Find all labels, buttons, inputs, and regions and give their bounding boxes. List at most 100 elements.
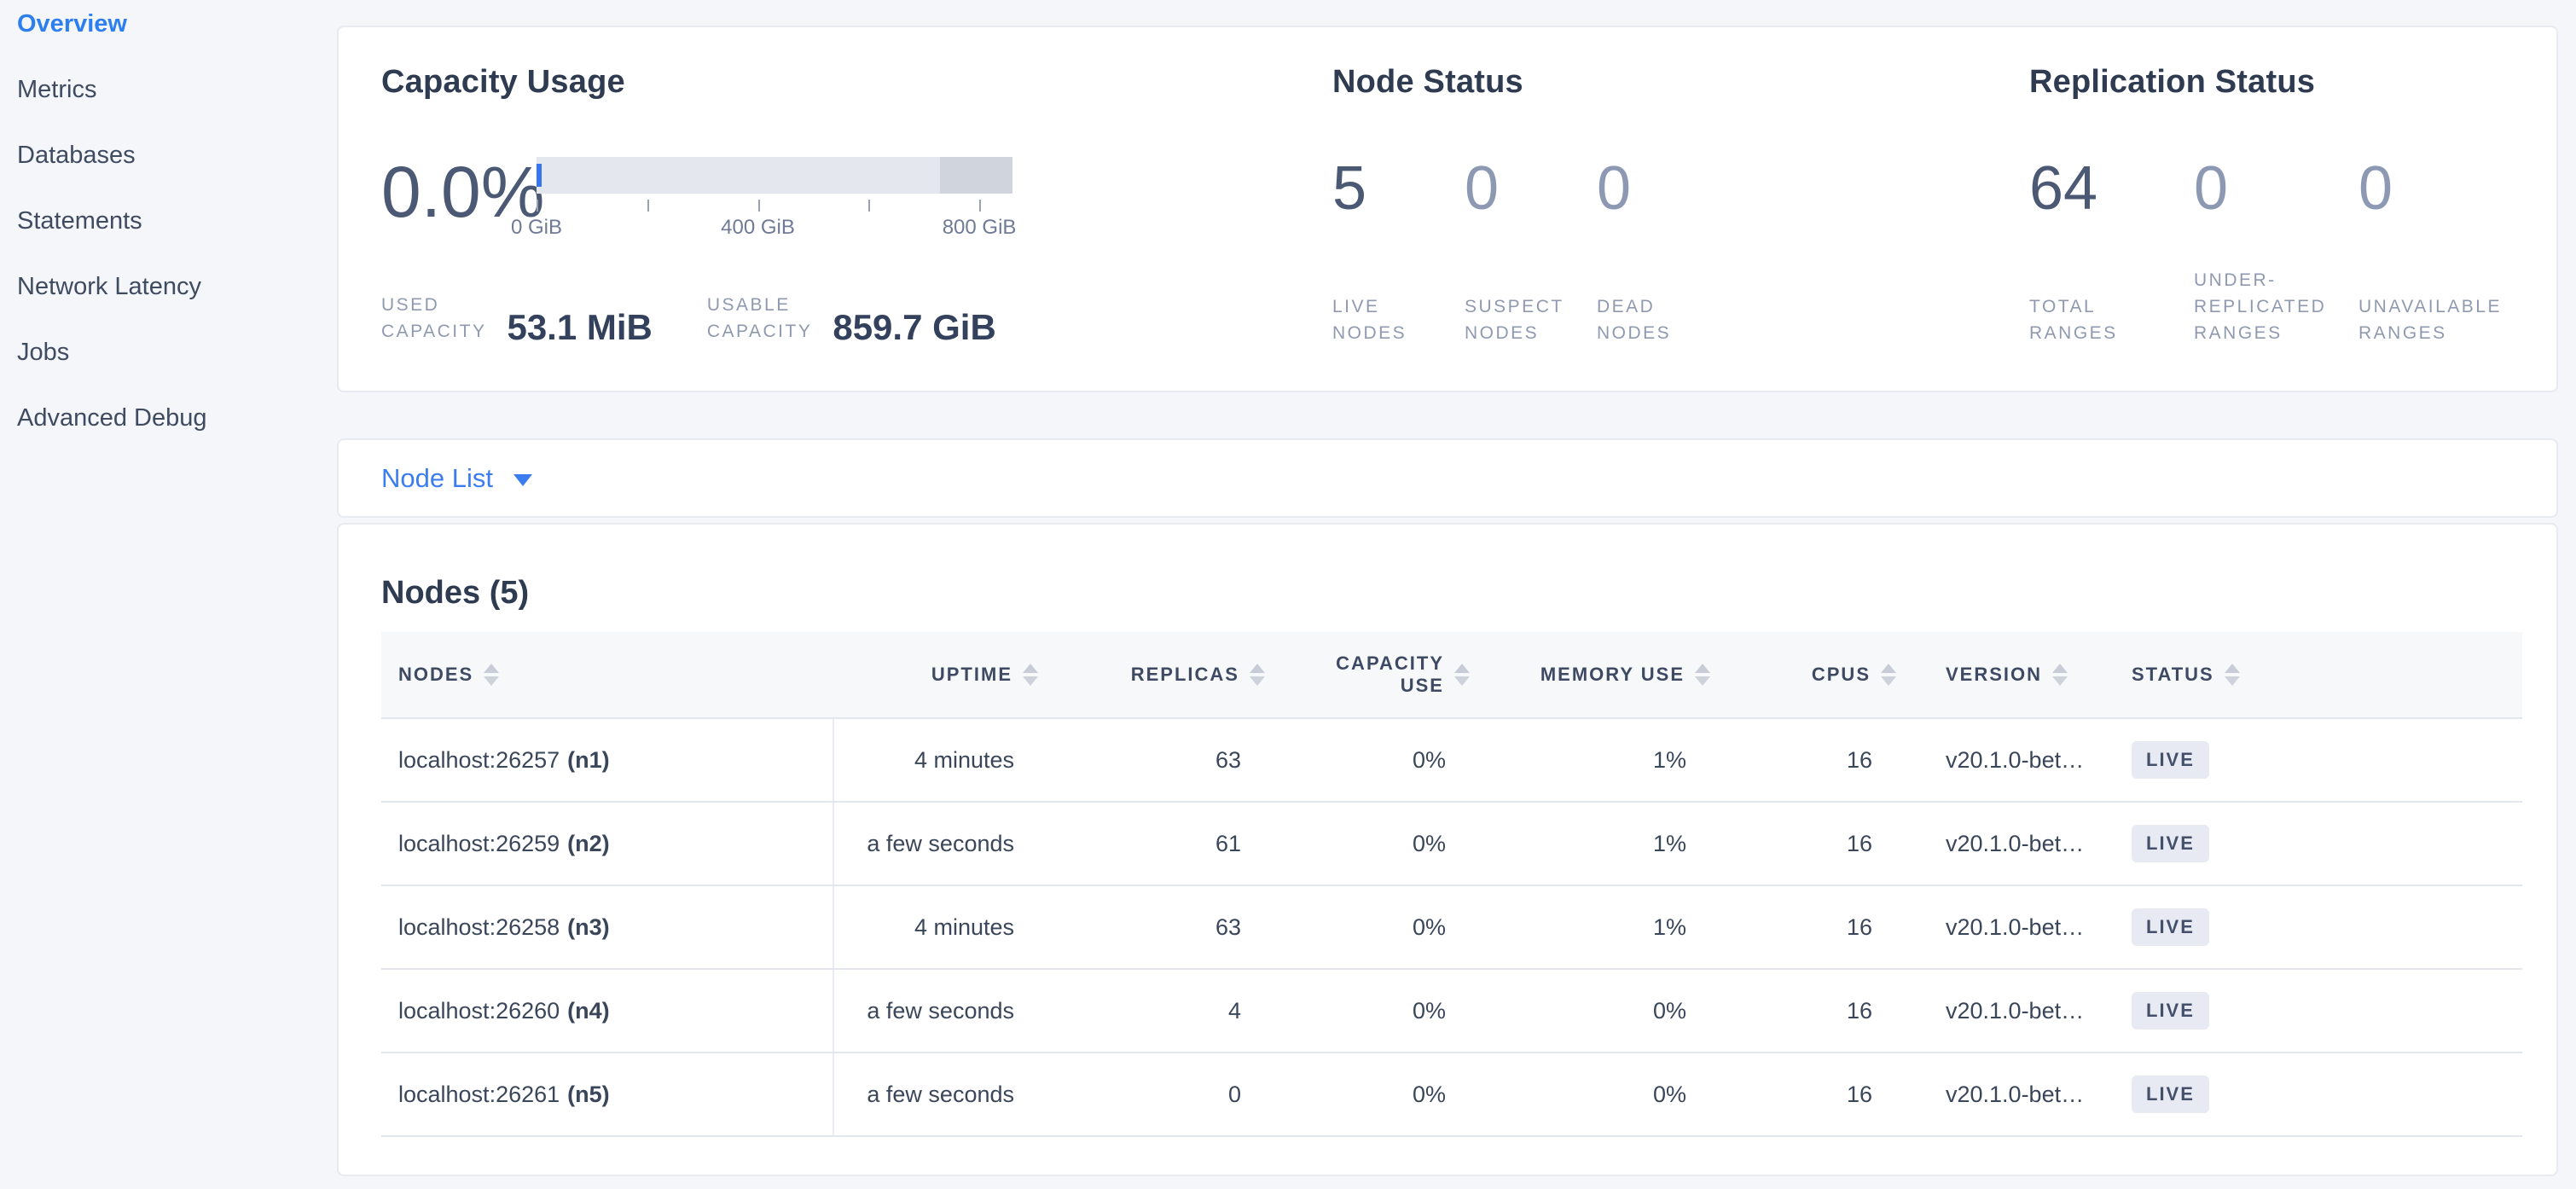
cpus-cell: 16 — [1717, 718, 1903, 802]
version-cell: v20.1.0-bet… — [1903, 718, 2113, 802]
column-label: NODES — [398, 664, 473, 686]
version-cell: v20.1.0-bet… — [1903, 885, 2113, 969]
node-id: (n3) — [567, 914, 610, 940]
node-id: (n5) — [567, 1082, 610, 1107]
capacity-usage-panel: Capacity Usage 0.0% 0 GiB 400 Gi — [339, 27, 1317, 391]
filler-cell — [2258, 885, 2522, 969]
capacity-use-cell: 0% — [1272, 718, 1477, 802]
status-badge: LIVE — [2132, 825, 2209, 862]
cpus-cell: 16 — [1717, 885, 1903, 969]
column-label: CAPACITY USE — [1332, 652, 1444, 697]
unavailable-ranges-label: UNAVAILABLE RANGES — [2358, 293, 2523, 346]
column-header-uptime[interactable]: UPTIME — [833, 632, 1045, 718]
uptime-cell: a few seconds — [833, 969, 1045, 1053]
table-row-n5[interactable]: localhost:26261(n5) a few seconds 0 0% 0… — [381, 1053, 2522, 1136]
memory-use-cell: 0% — [1477, 969, 1717, 1053]
replicas-cell: 63 — [1045, 718, 1272, 802]
column-header-filler — [2258, 632, 2522, 718]
live-nodes-count: 5 — [1332, 155, 1465, 222]
usable-capacity-value: 859.7 GiB — [833, 309, 995, 346]
column-header-status[interactable]: STATUS — [2113, 632, 2258, 718]
uptime-cell: a few seconds — [833, 802, 1045, 885]
sort-icon — [2225, 664, 2240, 686]
node-address: localhost:26258 — [398, 914, 560, 940]
uptime-cell: a few seconds — [833, 1053, 1045, 1136]
memory-use-cell: 1% — [1477, 802, 1717, 885]
table-row-n4[interactable]: localhost:26260(n4) a few seconds 4 0% 0… — [381, 969, 2522, 1053]
node-list-dropdown-bar: Node List — [337, 438, 2558, 518]
sidebar-item-advanced-debug[interactable]: Advanced Debug — [17, 405, 337, 431]
replicas-cell: 0 — [1045, 1053, 1272, 1136]
sidebar-item-jobs[interactable]: Jobs — [17, 339, 337, 365]
capacity-usage-title: Capacity Usage — [381, 63, 1317, 101]
node-address-cell[interactable]: localhost:26258 (n3) — [381, 885, 833, 969]
gauge-secondary-segment — [940, 157, 1012, 194]
sidebar-item-statements[interactable]: Statements — [17, 208, 337, 234]
sidebar-item-metrics[interactable]: Metrics — [17, 77, 337, 102]
live-nodes-label: LIVE NODES — [1332, 293, 1465, 346]
gauge-axis-label: 400 GiB — [721, 216, 795, 240]
node-status-panel: Node Status 5 0 0 LIVE NODES SUSPECT NOD… — [1317, 27, 2000, 391]
column-header-cpus[interactable]: CPUS — [1717, 632, 1903, 718]
table-row-n2[interactable]: localhost:26259(n2) a few seconds 61 0% … — [381, 802, 2522, 885]
gauge-axis-label: 800 GiB — [943, 216, 1017, 240]
status-badge: LIVE — [2132, 741, 2209, 779]
status-cell: LIVE — [2113, 885, 2258, 969]
memory-use-cell: 1% — [1477, 718, 1717, 802]
replicas-cell: 61 — [1045, 802, 1272, 885]
status-badge: LIVE — [2132, 992, 2209, 1030]
node-list-dropdown-label: Node List — [381, 463, 493, 494]
node-address-cell[interactable]: localhost:26261(n5) — [381, 1053, 833, 1136]
usable-capacity-label: USABLE CAPACITY — [707, 292, 812, 346]
node-address: localhost:26259 — [398, 831, 560, 856]
suspect-nodes-label: SUSPECT NODES — [1465, 293, 1597, 346]
filler-cell — [2258, 718, 2522, 802]
sidebar-item-network-latency[interactable]: Network Latency — [17, 274, 337, 299]
table-row-n1[interactable]: localhost:26257(n1) 4 minutes 63 0% 1% 1… — [381, 718, 2522, 802]
sort-icon — [1454, 664, 1470, 686]
suspect-nodes-count: 0 — [1465, 155, 1597, 222]
replication-status-panel: Replication Status 64 0 0 TOTAL RANGES U… — [2000, 27, 2556, 391]
sidebar: Overview Metrics Databases Statements Ne… — [0, 0, 337, 1189]
capacity-gauge: 0 GiB 400 GiB 800 GiB — [537, 157, 1012, 240]
dead-nodes-count: 0 — [1597, 155, 1729, 222]
column-label: CPUS — [1812, 664, 1871, 686]
column-label: STATUS — [2132, 664, 2214, 686]
column-label: VERSION — [1946, 664, 2042, 686]
memory-use-cell: 1% — [1477, 885, 1717, 969]
column-header-capacity-use[interactable]: CAPACITY USE — [1272, 632, 1477, 718]
main-content: Capacity Usage 0.0% 0 GiB 400 Gi — [337, 0, 2576, 1189]
node-id: (n4) — [567, 998, 610, 1024]
sidebar-item-overview[interactable]: Overview — [17, 11, 337, 37]
sort-icon — [484, 664, 499, 686]
under-replicated-ranges-label: UNDER- REPLICATED RANGES — [2194, 267, 2358, 346]
column-label: UPTIME — [931, 664, 1012, 686]
sort-icon — [1250, 664, 1265, 686]
column-header-replicas[interactable]: REPLICAS — [1045, 632, 1272, 718]
sort-icon — [2052, 664, 2068, 686]
sort-icon — [1881, 664, 1896, 686]
column-label: MEMORY USE — [1540, 664, 1685, 686]
filler-cell — [2258, 802, 2522, 885]
node-status-title: Node Status — [1332, 63, 2000, 101]
column-header-memory-use[interactable]: MEMORY USE — [1477, 632, 1717, 718]
node-address-cell[interactable]: localhost:26257(n1) — [381, 718, 833, 802]
column-header-version[interactable]: VERSION — [1903, 632, 2113, 718]
column-header-nodes[interactable]: NODES — [381, 632, 833, 718]
uptime-cell: 4 minutes — [833, 885, 1045, 969]
table-row-n3[interactable]: localhost:26258(n3) 4 minutes 63 0% 1% 1… — [381, 885, 2522, 969]
total-ranges-count: 64 — [2029, 155, 2194, 222]
column-label: REPLICAS — [1131, 664, 1239, 686]
node-list-dropdown[interactable]: Node List — [381, 463, 532, 494]
app-root: Overview Metrics Databases Statements Ne… — [0, 0, 2576, 1189]
status-cell: LIVE — [2113, 718, 2258, 802]
cluster-summary-card: Capacity Usage 0.0% 0 GiB 400 Gi — [337, 26, 2558, 392]
status-cell: LIVE — [2113, 969, 2258, 1053]
sidebar-item-databases[interactable]: Databases — [17, 142, 337, 168]
node-address-cell[interactable]: localhost:26260(n4) — [381, 969, 833, 1053]
node-address-cell[interactable]: localhost:26259(n2) — [381, 802, 833, 885]
memory-use-cell: 0% — [1477, 1053, 1717, 1136]
capacity-use-cell: 0% — [1272, 802, 1477, 885]
replicas-cell: 63 — [1045, 885, 1272, 969]
cpus-cell: 16 — [1717, 1053, 1903, 1136]
